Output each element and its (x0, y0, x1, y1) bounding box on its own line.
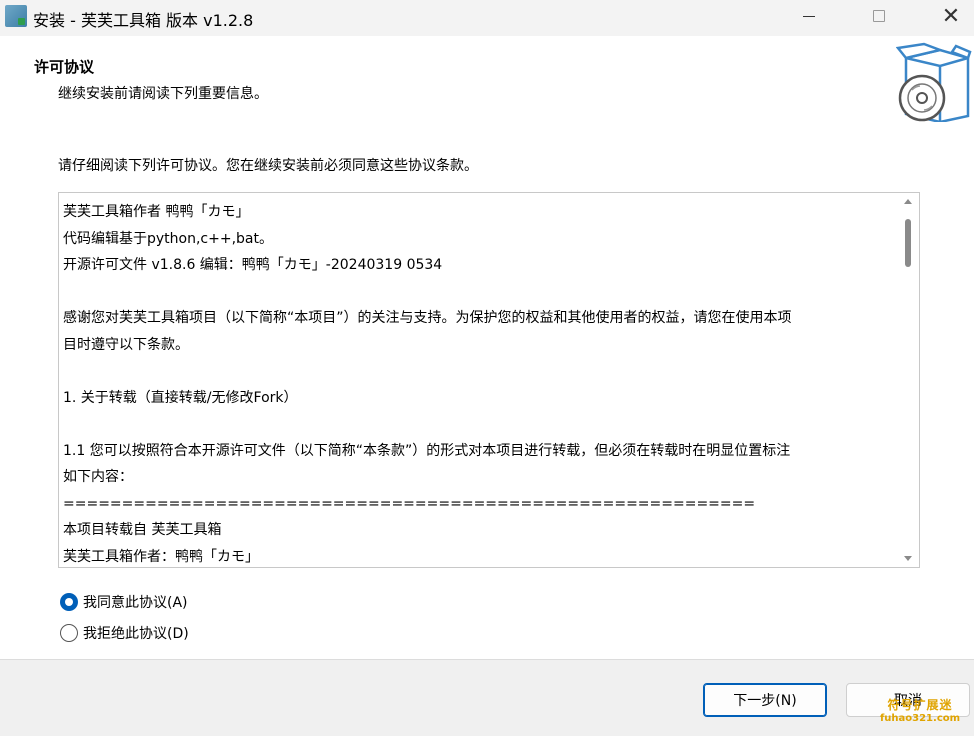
license-line: 目时遵守以下条款。 (63, 336, 189, 353)
license-line (63, 279, 895, 306)
minimize-button[interactable] (786, 0, 832, 32)
scroll-down-icon[interactable] (904, 556, 912, 561)
license-line: 芙芙工具箱作者 鸭鸭「カモ」 (63, 204, 250, 220)
license-text: 芙芙工具箱作者 鸭鸭「カモ」 代码编辑基于python,c++,bat。 开源许… (63, 199, 895, 567)
close-button[interactable]: ✕ (928, 0, 974, 32)
next-button[interactable]: 下一步(N) (703, 683, 827, 717)
license-line: 如下内容： (63, 469, 133, 485)
radio-unchecked-icon[interactable] (60, 624, 78, 642)
license-line: 感谢您对芙芙工具箱项目（以下简称“本项目”）的关注与支持。为保护您的权益和其他使… (63, 310, 792, 326)
minimize-icon (803, 15, 815, 17)
license-line: 1. 关于转载（直接转载/无修改Fork） (63, 389, 298, 406)
license-scrollbar[interactable] (897, 193, 919, 567)
license-line: 1.1 您可以按照符合本开源许可文件（以下简称“本条款”）的形式对本项目进行转载… (63, 442, 791, 459)
close-icon: ✕ (941, 3, 961, 29)
license-line: 代码编辑基于python,c++,bat。 (63, 230, 273, 247)
license-line: 开源许可文件 v1.8.6 编辑：鸭鸭「カモ」-20240319 0534 (63, 257, 443, 273)
radio-checked-icon[interactable] (60, 593, 78, 611)
license-line: ========================================… (63, 495, 756, 512)
license-line: 芙芙工具箱作者：鸭鸭「カモ」 (63, 548, 259, 565)
window-title: 安装 - 芙芙工具箱 版本 v1.2.8 (33, 11, 254, 30)
page-subtitle: 继续安装前请阅读下列重要信息。 (58, 86, 268, 102)
app-icon (5, 5, 27, 27)
accept-label[interactable]: 我同意此协议(A) (83, 592, 188, 612)
page-title: 许可协议 (34, 58, 95, 76)
scroll-thumb[interactable] (905, 219, 911, 267)
license-line (63, 358, 895, 385)
installer-box-disc-icon (896, 42, 972, 122)
maximize-icon (873, 10, 885, 22)
license-line (63, 411, 895, 438)
watermark-text: 符号扩展迷 (887, 698, 953, 712)
license-line: 本项目转载自 芙芙工具箱 (63, 522, 222, 538)
accept-radio[interactable]: 我同意此协议(A) (60, 592, 188, 612)
maximize-button (856, 0, 902, 32)
title-bar: 安装 - 芙芙工具箱 版本 v1.2.8 ✕ (0, 0, 974, 36)
footer (0, 660, 974, 736)
decline-radio[interactable]: 我拒绝此协议(D) (60, 623, 189, 643)
watermark-url: fuhao321.com (879, 713, 961, 724)
site-watermark: 符号扩展迷 fuhao321.com (874, 696, 966, 734)
decline-label[interactable]: 我拒绝此协议(D) (83, 623, 189, 643)
license-text-box[interactable]: 芙芙工具箱作者 鸭鸭「カモ」 代码编辑基于python,c++,bat。 开源许… (58, 192, 920, 568)
intro-text: 请仔细阅读下列许可协议。您在继续安装前必须同意这些协议条款。 (58, 158, 478, 174)
scroll-up-icon[interactable] (904, 199, 912, 204)
